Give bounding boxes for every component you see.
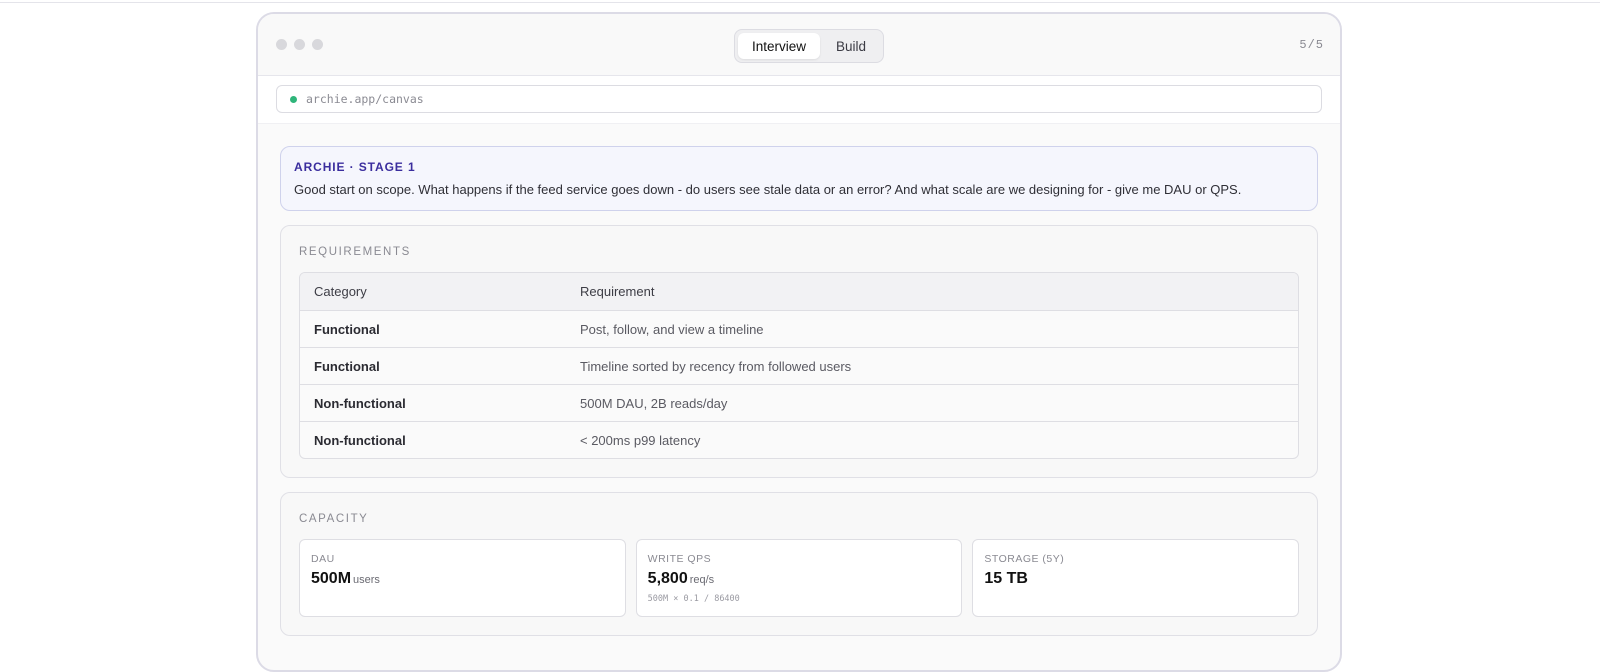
metric-unit: req/s (689, 574, 715, 586)
row-category: Functional (314, 321, 380, 337)
table-row[interactable]: Functional Post, follow, and view a time… (300, 310, 1298, 347)
metric-value-row: 500M users (311, 570, 614, 588)
close-dot-icon[interactable] (276, 39, 287, 50)
step-counter: 5/5 (1299, 38, 1324, 52)
table-row[interactable]: Functional Timeline sorted by recency fr… (300, 347, 1298, 384)
metric-dau: DAU 500M users (299, 539, 626, 617)
row-requirement: 500M DAU, 2B reads/day (580, 395, 728, 411)
metric-storage: STORAGE (5Y) 15 TB (972, 539, 1300, 617)
metric-value-row: 5,800 req/s (648, 570, 951, 588)
minimize-dot-icon[interactable] (294, 39, 305, 50)
requirements-table: Category Requirement Functional Post, fo… (299, 272, 1299, 459)
row-category: Non-functional (314, 432, 406, 448)
metric-label: DAU (311, 553, 335, 565)
metric-value: 5,800 (647, 570, 688, 587)
mode-switcher: Interview Build (734, 29, 885, 63)
row-requirement: < 200ms p99 latency (580, 432, 701, 448)
address-row: archie.app/canvas (258, 76, 1340, 124)
address-bar[interactable]: archie.app/canvas (276, 85, 1322, 113)
app-window: Interview Build 5/5 archie.app/canvas AR… (256, 12, 1342, 672)
tab-build[interactable]: Build (822, 33, 880, 59)
table-row[interactable]: Non-functional < 200ms p99 latency (300, 421, 1298, 458)
row-requirement: Post, follow, and view a timeline (580, 321, 764, 337)
metric-value-row: 15 TB (984, 570, 1287, 588)
row-category: Non-functional (314, 395, 406, 411)
row-category: Functional (314, 358, 380, 374)
capacity-card: CAPACITY DAU 500M users WRITE QPS 5,800 re… (280, 492, 1318, 636)
capacity-title: CAPACITY (299, 513, 369, 525)
metric-value: 500M (311, 570, 352, 587)
requirements-card: REQUIREMENTS Category Requirement Functi… (280, 225, 1318, 478)
metric-label: STORAGE (5Y) (984, 553, 1065, 565)
archie-stage-label: ARCHIE · STAGE 1 (294, 160, 416, 174)
column-header-requirement: Requirement (580, 284, 655, 299)
metric-unit: users (353, 574, 380, 586)
archie-message-card: ARCHIE · STAGE 1 Good start on scope. Wh… (280, 146, 1318, 211)
window-controls (276, 39, 323, 50)
url-text: archie.app/canvas (306, 92, 424, 106)
main-content: ARCHIE · STAGE 1 Good start on scope. Wh… (258, 124, 1340, 636)
table-row[interactable]: Non-functional 500M DAU, 2B reads/day (300, 384, 1298, 421)
requirements-title: REQUIREMENTS (299, 246, 411, 258)
tab-interview[interactable]: Interview (738, 33, 821, 59)
metric-write-qps: WRITE QPS 5,800 req/s 500M × 0.1 / 86400 (635, 539, 963, 617)
archie-message: Good start on scope. What happens if the… (294, 182, 1242, 197)
row-requirement: Timeline sorted by recency from followed… (580, 358, 852, 374)
table-header-row: Category Requirement (300, 273, 1298, 310)
metric-value: 15 TB (984, 570, 1028, 587)
top-divider (0, 0, 1600, 3)
maximize-dot-icon[interactable] (312, 39, 323, 50)
capacity-metrics: DAU 500M users WRITE QPS 5,800 req/s 500M … (299, 539, 1300, 617)
title-bar: Interview Build 5/5 (258, 14, 1340, 76)
metric-formula: 500M × 0.1 / 86400 (647, 594, 740, 604)
metric-label: WRITE QPS (647, 553, 712, 565)
connection-status-icon (290, 95, 297, 103)
column-header-category: Category (314, 284, 367, 299)
